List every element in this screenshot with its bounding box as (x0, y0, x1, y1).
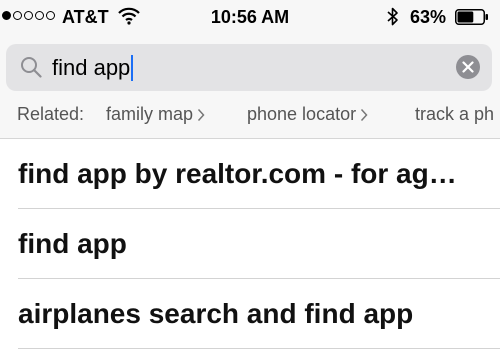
search-field[interactable]: find app (6, 44, 492, 91)
battery-icon (455, 9, 488, 25)
related-label: Related: (17, 104, 85, 124)
search-query-text: find app (52, 55, 131, 80)
search-header: find app Related: family map phone locat… (0, 34, 500, 139)
suggestion-row[interactable]: find app by realtor.com - for ag… (0, 139, 500, 209)
related-item-label: family map (106, 104, 194, 124)
close-icon (462, 61, 474, 73)
search-icon (21, 57, 42, 78)
related-item-label: track a ph (415, 104, 495, 124)
related-item-family-map[interactable]: family map (106, 104, 205, 125)
suggestion-row[interactable]: airplanes search and find app (0, 279, 500, 349)
related-item-label: phone locator (247, 104, 357, 124)
related-item-phone-locator[interactable]: phone locator (247, 104, 368, 125)
search-suggestions-list: find app by realtor.com - for ag… find a… (0, 139, 500, 349)
status-bar: AT&T 10:56 AM 63% (0, 0, 500, 34)
search-input[interactable]: find app (52, 55, 134, 81)
related-item-track-a-phone[interactable]: track a ph (415, 104, 494, 125)
chevron-right-icon (361, 108, 368, 121)
related-searches: Related: family map phone locator track … (0, 104, 500, 130)
bluetooth-icon (387, 7, 398, 26)
text-caret (131, 55, 134, 81)
chevron-right-icon (197, 108, 205, 121)
suggestion-row[interactable]: find app (0, 209, 500, 279)
battery-percentage: 63% (410, 7, 447, 27)
clear-search-button[interactable] (456, 55, 480, 79)
